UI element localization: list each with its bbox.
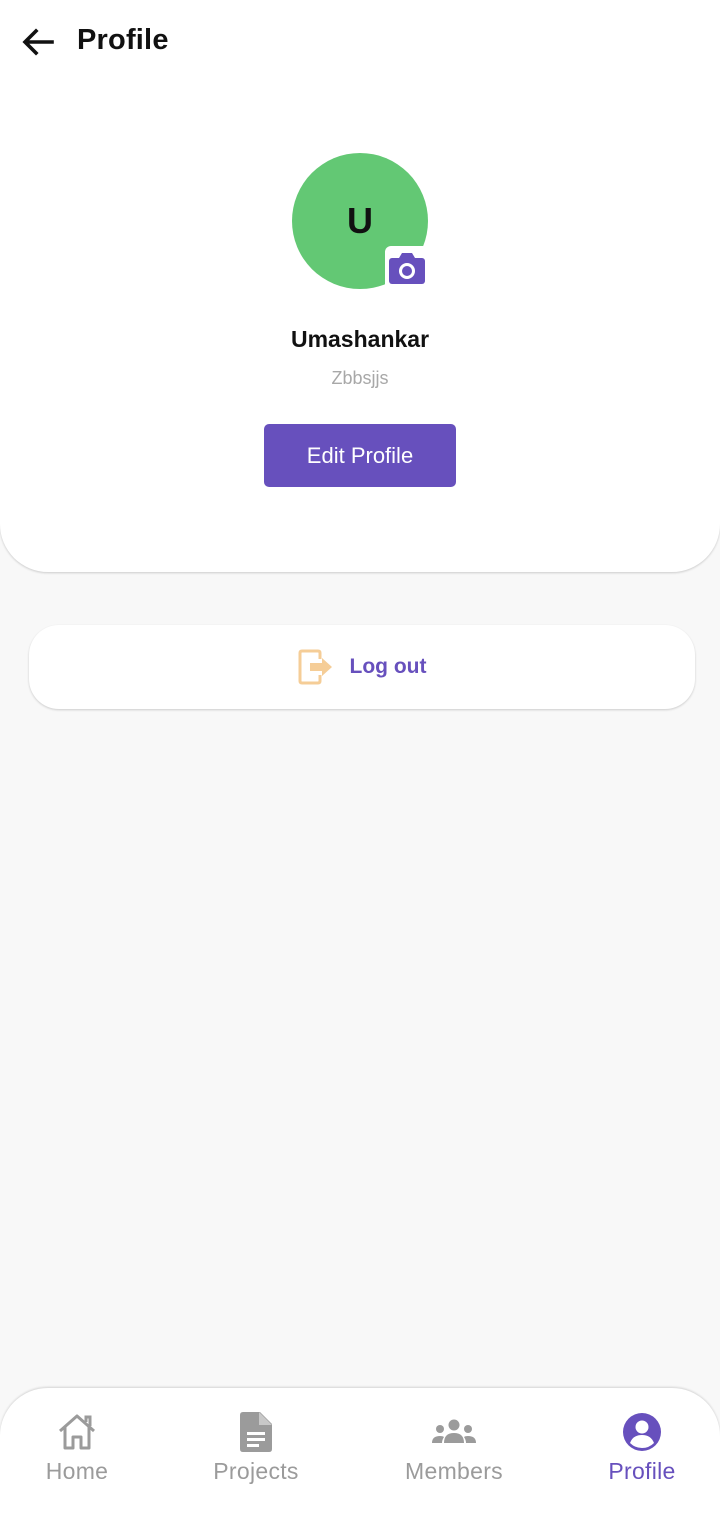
change-photo-button[interactable] [385,246,429,290]
nav-item-home[interactable]: Home [2,1410,152,1510]
nav-item-members[interactable]: Members [379,1410,529,1510]
logout-button[interactable]: Log out [29,625,695,709]
back-button[interactable] [14,20,62,64]
arrow-left-icon [22,28,54,56]
logout-icon [298,648,334,686]
nav-label-home: Home [45,1458,109,1484]
home-icon [55,1410,99,1454]
page-title: Profile [77,24,169,56]
nav-item-projects[interactable]: Projects [181,1410,331,1510]
profile-screen: Profile U Umashankar Zbbsjjs Edit Profil… [0,0,720,1526]
camera-icon [389,253,425,284]
nav-label-members: Members [405,1458,503,1484]
document-icon [234,1410,278,1454]
nav-label-projects: Projects [213,1458,299,1484]
nav-item-profile[interactable]: Profile [567,1410,717,1510]
edit-profile-button[interactable]: Edit Profile [264,424,456,487]
user-subtitle: Zbbsjjs [331,368,389,388]
top-app-bar: Profile [0,0,720,84]
account-circle-icon [620,1410,664,1454]
bottom-navigation: Home Projects Members Profile [0,1388,720,1526]
user-name: Umashankar [290,326,430,352]
profile-header-card: Profile U Umashankar Zbbsjjs Edit Profil… [0,0,720,572]
logout-label: Log out [349,655,427,678]
avatar-initial: U [347,200,373,241]
nav-label-profile: Profile [608,1458,676,1484]
group-icon [432,1410,476,1454]
